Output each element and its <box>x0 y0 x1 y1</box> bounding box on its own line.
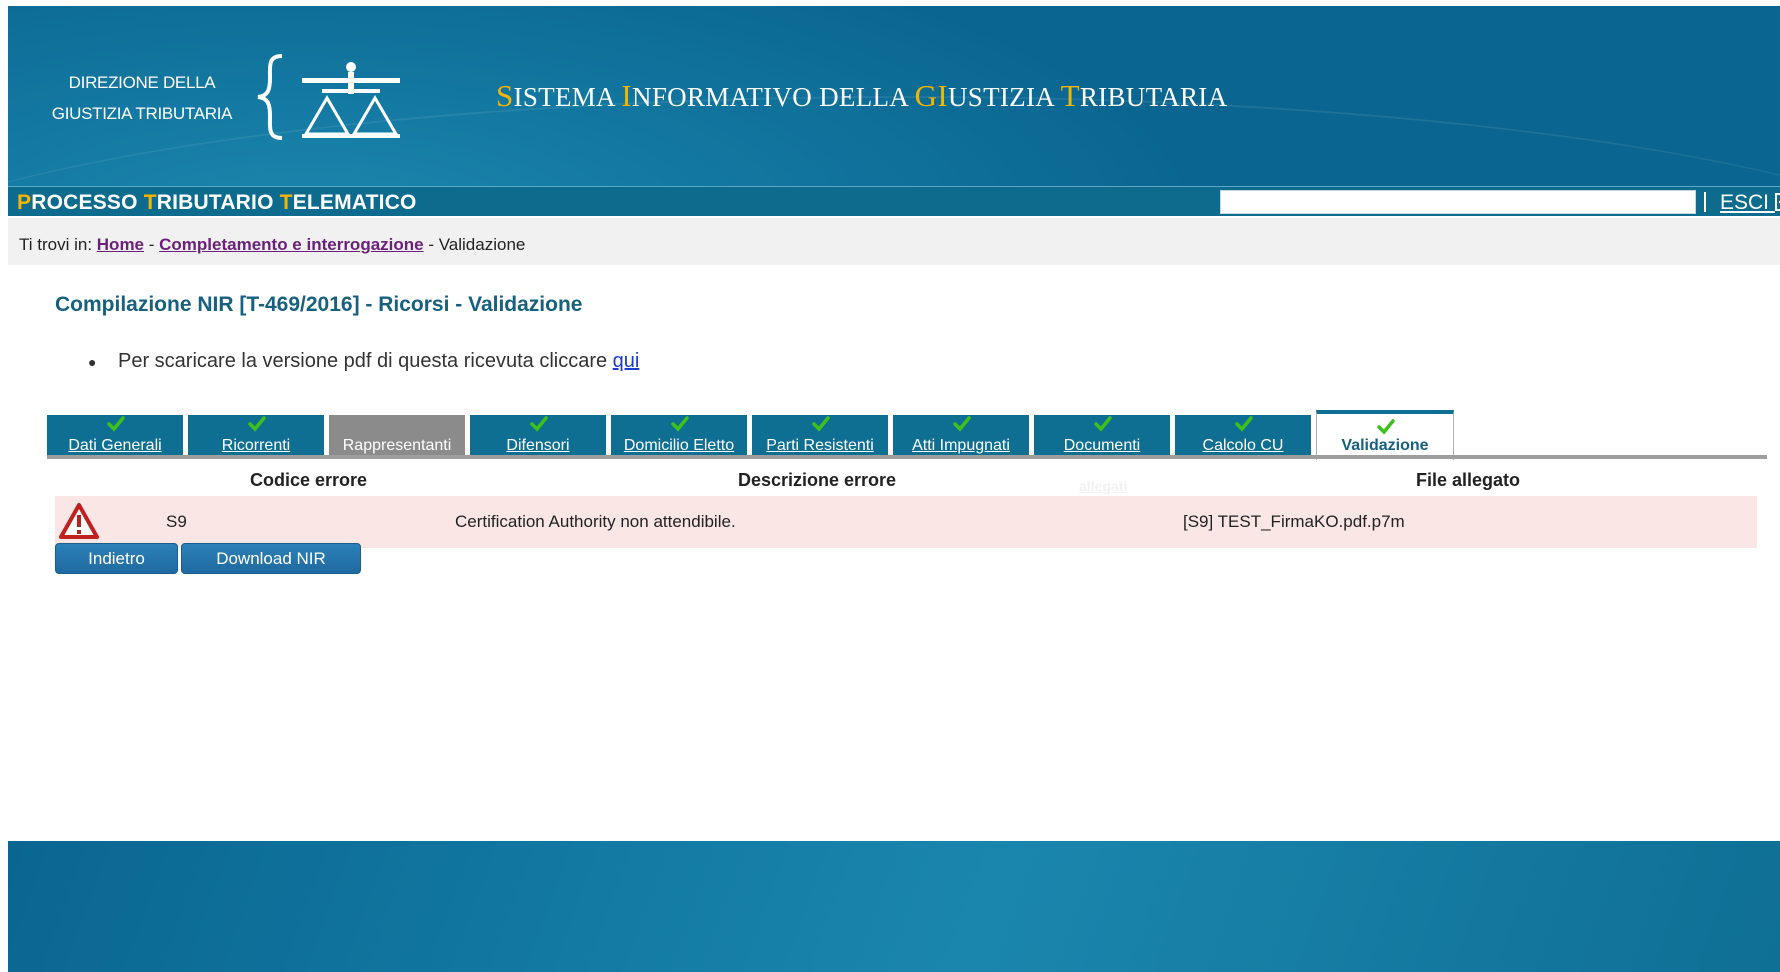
wizard-tabs: Dati Generali Ricorrenti Rappresentanti Dif… <box>47 410 1767 460</box>
tabs-underline <box>47 455 1767 459</box>
bullet-icon: ● <box>88 353 97 370</box>
tab-rappresentanti: Rappresentanti <box>329 415 467 459</box>
tab-label: Rappresentanti <box>342 437 452 454</box>
warning-icon <box>59 503 99 539</box>
checkmark-icon <box>1235 416 1253 432</box>
checkmark-icon <box>107 416 125 432</box>
tab-label: Parti Resistenti <box>766 437 874 454</box>
table-row: S9 Certification Authority non attendibi… <box>55 496 1757 548</box>
tab-dati-generali[interactable]: Dati Generali <box>47 415 185 459</box>
system-title: SISTEMA INFORMATIVO DELLA GIUSTIZIA TRIB… <box>496 78 1228 113</box>
tab-domicilio-eletto[interactable]: Domicilio Eletto <box>611 415 749 459</box>
tab-label: Domicilio Eletto <box>623 437 735 454</box>
tab-documenti[interactable]: Documenti <box>1034 415 1172 459</box>
tab-ricorrenti[interactable]: Ricorrenti <box>188 415 326 459</box>
column-header-description: Descrizione errore <box>738 470 897 490</box>
tab-label: Validazione <box>1341 437 1429 454</box>
checkmark-icon <box>671 416 689 432</box>
site-footer <box>8 841 1780 972</box>
breadcrumb: Ti trovi in: Home - Completamento e inte… <box>8 218 1780 265</box>
tab-label: Dati Generali <box>68 437 162 454</box>
breadcrumb-separator: - <box>423 235 439 254</box>
breadcrumb-separator: - <box>144 235 160 254</box>
error-table: Codice errore Descrizione errore allegat… <box>55 466 1757 548</box>
page-title: Compilazione NIR [T-469/2016] - Ricorsi … <box>55 293 583 316</box>
notice-text: Per scaricare la versione pdf di questa … <box>118 350 613 372</box>
attachments-link[interactable]: allegati <box>1079 478 1127 494</box>
site-header: DIREZIONE DELLA GIUSTIZIA TRIBUTARIA SIS… <box>8 6 1780 186</box>
tab-validazione[interactable]: Validazione <box>1316 410 1454 460</box>
download-notice: ● Per scaricare la versione pdf di questa… <box>88 350 639 373</box>
app-bar: PROCESSO TRIBUTARIO TELEMATICO ESCI <box>8 186 1780 216</box>
scales-of-justice-icon <box>302 62 400 138</box>
tab-label: Ricorrenti <box>221 437 291 454</box>
column-header-file: File allegato <box>1416 470 1521 490</box>
logo-line-1: DIREZIONE DELLA <box>68 73 216 92</box>
download-nir-button[interactable]: Download NIR <box>181 543 361 574</box>
tab-difensori[interactable]: Difensori <box>470 415 608 459</box>
tab-calcolo-cu[interactable]: Calcolo CU <box>1175 415 1313 459</box>
column-header-code: Codice errore <box>250 470 368 490</box>
app-title: PROCESSO TRIBUTARIO TELEMATICO <box>17 191 417 214</box>
tab-label: Atti Impugnati <box>912 437 1010 454</box>
logo-line-2: GIUSTIZIA TRIBUTARIA <box>51 104 233 123</box>
breadcrumb-current: Validazione <box>438 235 526 254</box>
breadcrumb-prefix: Ti trovi in: <box>19 235 97 254</box>
logout-label: ESCI <box>1720 191 1770 214</box>
tab-atti-impugnati[interactable]: Atti Impugnati <box>893 415 1031 459</box>
error-description: Certification Authority non attendibile. <box>455 512 736 531</box>
tab-parti-resistenti[interactable]: Parti Resistenti <box>752 415 890 459</box>
logout-icon <box>1774 193 1780 211</box>
top-bar-field[interactable] <box>1220 190 1696 214</box>
attached-file-name: [S9] TEST_FirmaKO.pdf.p7m <box>1183 512 1405 531</box>
table-header: Codice errore Descrizione errore allegat… <box>55 466 1757 496</box>
checkmark-icon <box>953 416 971 432</box>
tab-label: Documenti <box>1063 437 1141 454</box>
error-code: S9 <box>166 512 187 531</box>
checkmark-icon <box>530 416 548 432</box>
tab-label: Calcolo CU <box>1202 437 1284 454</box>
back-button[interactable]: Indietro <box>55 543 178 574</box>
divider <box>1704 192 1706 212</box>
checkmark-icon <box>248 416 266 432</box>
logout-link[interactable]: ESCI <box>1720 191 1780 215</box>
download-pdf-link[interactable]: qui <box>613 350 640 372</box>
checkmark-icon <box>1377 419 1395 435</box>
breadcrumb-section-link[interactable]: Completamento e interrogazione <box>159 235 423 254</box>
tab-label: Difensori <box>506 437 570 454</box>
breadcrumb-home-link[interactable]: Home <box>97 235 144 254</box>
logo-text: DIREZIONE DELLA GIUSTIZIA TRIBUTARIA <box>42 67 242 129</box>
checkmark-icon <box>1094 416 1112 432</box>
brace-icon <box>257 54 283 140</box>
checkmark-icon <box>812 416 830 432</box>
